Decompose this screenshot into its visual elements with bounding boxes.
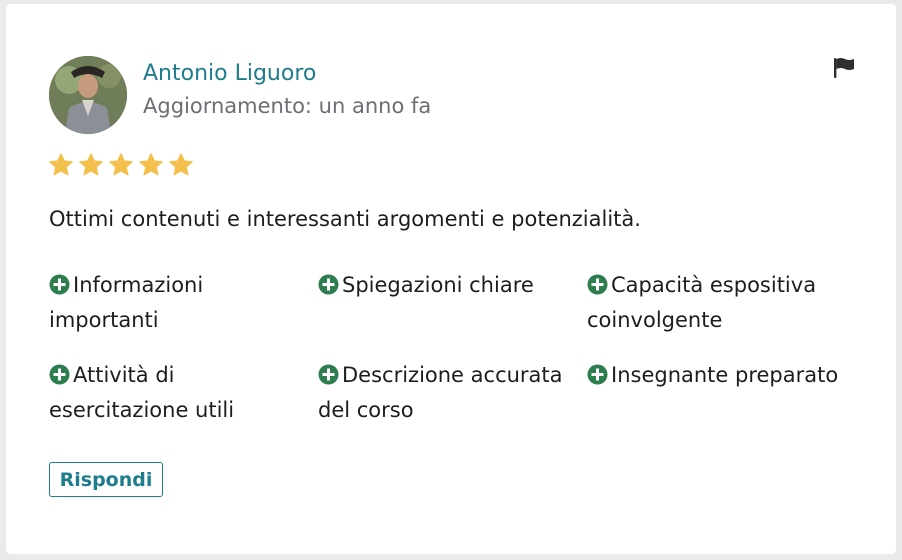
- plus-circle-icon: [318, 361, 339, 385]
- flag-icon[interactable]: [831, 56, 859, 80]
- review-comment: Ottimi contenuti e interessanti argoment…: [49, 207, 641, 231]
- star-icon: [78, 152, 104, 178]
- star-icon: [168, 152, 194, 178]
- review-card: Antonio Liguoro Aggiornamento: un anno f…: [6, 4, 896, 554]
- star-icon: [108, 152, 134, 178]
- review-tag-label: Descrizione accurata del corso: [318, 363, 563, 422]
- avatar[interactable]: [49, 56, 127, 134]
- avatar-photo: [49, 56, 127, 134]
- reply-button[interactable]: Rispondi: [49, 462, 163, 497]
- plus-circle-icon: [49, 271, 70, 295]
- updated-timestamp: Aggiornamento: un anno fa: [143, 94, 432, 118]
- review-tag-label: Capacità espositiva coinvolgente: [587, 273, 817, 332]
- review-tag: Attività di esercitazione utili: [49, 358, 318, 428]
- plus-circle-icon: [587, 361, 608, 385]
- review-tag-label: Informazioni importanti: [49, 273, 204, 332]
- plus-circle-icon: [587, 271, 608, 295]
- review-tags: Informazioni importanti Spiegazioni chiar…: [49, 268, 859, 428]
- review-tag: Spiegazioni chiare: [318, 268, 587, 338]
- plus-circle-icon: [318, 271, 339, 295]
- star-rating: [48, 152, 194, 178]
- review-tag: Insegnante preparato: [587, 358, 859, 428]
- author-name[interactable]: Antonio Liguoro: [143, 61, 316, 86]
- star-icon: [138, 152, 164, 178]
- review-tag-label: Insegnante preparato: [611, 363, 839, 387]
- review-tag: Capacità espositiva coinvolgente: [587, 268, 859, 338]
- plus-circle-icon: [49, 361, 70, 385]
- review-tag: Informazioni importanti: [49, 268, 318, 338]
- review-tag-label: Attività di esercitazione utili: [49, 363, 235, 422]
- star-icon: [48, 152, 74, 178]
- review-tag-label: Spiegazioni chiare: [342, 273, 534, 297]
- review-tag: Descrizione accurata del corso: [318, 358, 587, 428]
